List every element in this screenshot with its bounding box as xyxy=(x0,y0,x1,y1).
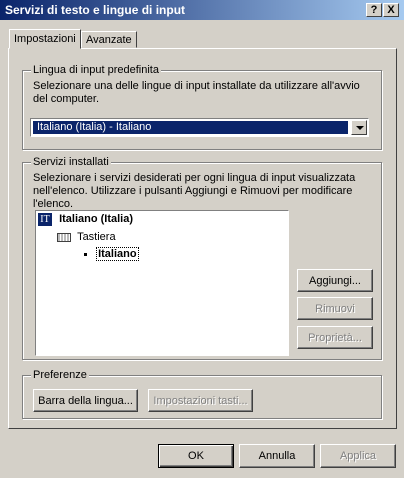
default-language-combo[interactable]: Italiano (Italia) - Italiano xyxy=(30,118,369,137)
language-bar-button[interactable]: Barra della lingua... xyxy=(33,389,138,412)
preferences-group-label: Preferenze xyxy=(31,369,89,382)
add-button[interactable]: Aggiungi... xyxy=(297,269,373,292)
tree-keyboard-label: Tastiera xyxy=(77,231,116,243)
tab-impostazioni-label: Impostazioni xyxy=(14,33,76,45)
properties-button[interactable]: Proprietà... xyxy=(297,326,373,349)
installed-services-group-label: Servizi installati xyxy=(31,156,111,169)
ok-button[interactable]: OK xyxy=(158,444,234,468)
close-button[interactable]: X xyxy=(383,3,399,17)
help-icon: ? xyxy=(370,4,378,16)
cancel-button[interactable]: Annulla xyxy=(239,444,315,468)
apply-button[interactable]: Applica xyxy=(320,444,396,468)
default-language-selected: Italiano (Italia) - Italiano xyxy=(33,121,348,134)
bullet-icon xyxy=(84,252,87,256)
installed-services-tree[interactable]: IT Italiano (Italia) Tastiera Italiano xyxy=(35,210,289,356)
language-code-icon: IT xyxy=(38,213,52,226)
tree-language-node[interactable]: IT Italiano (Italia) xyxy=(38,213,133,226)
title-bar[interactable]: Servizi di testo e lingue di input ? X xyxy=(0,0,404,20)
tree-layout-node[interactable]: Italiano xyxy=(84,247,139,261)
tree-layout-label: Italiano xyxy=(96,247,139,261)
close-icon: X xyxy=(387,4,395,16)
tab-avanzate-label: Avanzate xyxy=(86,34,132,46)
help-button[interactable]: ? xyxy=(366,3,382,17)
installed-services-description: Selezionare i servizi desiderati per ogn… xyxy=(33,172,356,210)
window-title: Servizi di testo e lingue di input xyxy=(5,3,186,17)
remove-button[interactable]: Rimuovi xyxy=(297,297,373,320)
default-language-group-label: Lingua di input predefinita xyxy=(31,64,161,77)
key-settings-button[interactable]: Impostazioni tasti... xyxy=(148,389,253,412)
tab-impostazioni[interactable]: Impostazioni xyxy=(9,29,81,49)
default-language-description: Selezionare una delle lingue di input in… xyxy=(33,80,360,105)
keyboard-icon xyxy=(57,232,71,242)
tree-keyboard-node[interactable]: Tastiera xyxy=(57,231,116,244)
chevron-down-icon[interactable] xyxy=(351,120,367,135)
tree-language-name: Italiano (Italia) xyxy=(59,213,134,225)
tab-avanzate[interactable]: Avanzate xyxy=(81,31,137,48)
